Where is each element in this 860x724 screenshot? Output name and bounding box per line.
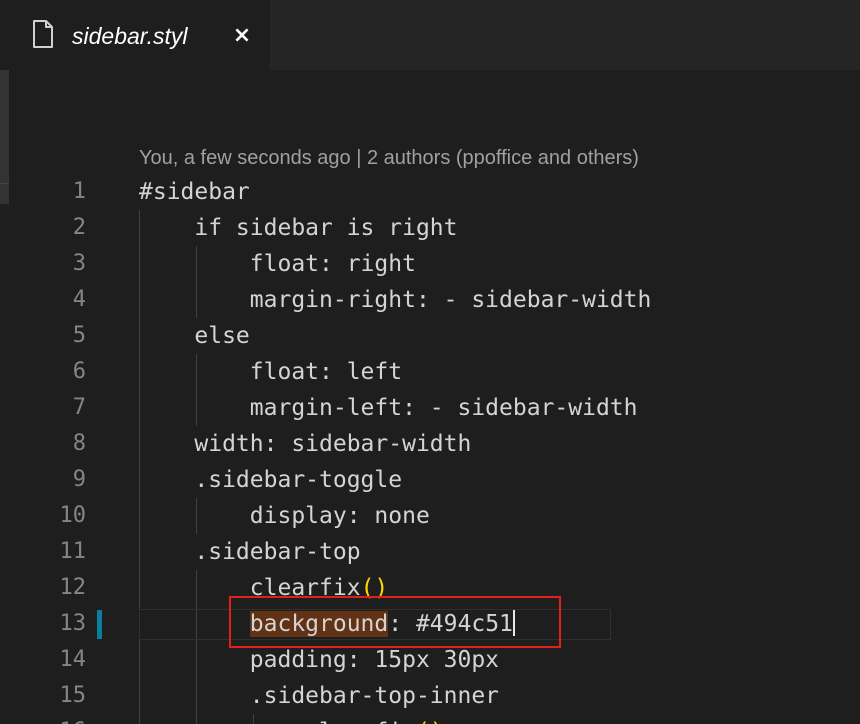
close-paren: )	[430, 719, 444, 724]
line-number: 12	[59, 575, 87, 600]
code-content: margin-left: - sidebar-width	[139, 395, 638, 421]
code-text: #sidebar	[139, 174, 250, 210]
code-line[interactable]: 4 margin-right: - sidebar-width	[0, 282, 860, 318]
line-number: 14	[59, 647, 87, 672]
tab-sidebar-styl[interactable]: sidebar.styl ×	[0, 0, 270, 70]
code-content: display: none	[139, 503, 430, 529]
code-content: float: left	[139, 359, 403, 385]
code-text: margin-right: - sidebar-width	[139, 282, 652, 318]
tab-bar: sidebar.styl ×	[0, 0, 860, 70]
code-line[interactable]: 1 #sidebar	[0, 174, 860, 210]
code-content: padding: 15px 30px	[139, 647, 500, 673]
code-line[interactable]: 11 .sidebar-top	[0, 534, 860, 570]
code-content: clearfix	[139, 719, 416, 724]
line-number: 10	[59, 503, 87, 528]
annotation-highlight-box	[229, 596, 561, 648]
code-content: #sidebar	[139, 179, 250, 205]
line-number: 8	[72, 431, 86, 456]
git-modified-indicator	[97, 610, 102, 639]
code-content: .sidebar-top-inner	[139, 683, 500, 709]
code-content: float: right	[139, 251, 416, 277]
code-text: float: right	[139, 246, 416, 282]
line-number: 16	[30, 714, 87, 724]
code-text: display: none	[139, 498, 430, 534]
code-text: clearfix()	[139, 714, 444, 724]
code-text: if sidebar is right	[139, 210, 458, 246]
code-content: if sidebar is right	[139, 215, 458, 241]
line-number: 4	[72, 287, 86, 312]
code-content: .sidebar-top	[139, 539, 361, 565]
code-text: .sidebar-top	[139, 534, 361, 570]
code-text: else	[139, 318, 250, 354]
code-content: width: sidebar-width	[139, 431, 472, 457]
code-text: .sidebar-top-inner	[139, 678, 499, 714]
code-line[interactable]: 8 width: sidebar-width	[0, 426, 860, 462]
code-line[interactable]: 10 display: none	[0, 498, 860, 534]
code-text: width: sidebar-width	[139, 426, 471, 462]
line-number: 7	[72, 395, 86, 420]
git-blame-codelens[interactable]: You, a few seconds ago | 2 authors (ppof…	[139, 144, 639, 172]
code-line[interactable]: 5 else	[0, 318, 860, 354]
tab-title: sidebar.styl	[72, 23, 188, 49]
line-number: 1	[72, 179, 86, 204]
line-number: 3	[72, 251, 86, 276]
code-text: margin-left: - sidebar-width	[139, 390, 638, 426]
line-number: 15	[59, 683, 87, 708]
file-icon	[33, 20, 53, 48]
code-text: .sidebar-toggle	[139, 462, 402, 498]
code-line[interactable]: 6 float: left	[0, 354, 860, 390]
line-number: 2	[72, 215, 86, 240]
code-line[interactable]: 9 .sidebar-toggle	[0, 462, 860, 498]
code-line[interactable]: 2 if sidebar is right	[0, 210, 860, 246]
close-icon[interactable]: ×	[226, 20, 258, 52]
open-paren: (	[416, 719, 430, 724]
code-content: .sidebar-toggle	[139, 467, 403, 493]
line-number: 11	[59, 539, 87, 564]
code-line[interactable]: 7 margin-left: - sidebar-width	[0, 390, 860, 426]
line-number: 13	[59, 611, 87, 636]
line-number: 9	[72, 467, 86, 492]
code-text: float: left	[139, 354, 402, 390]
code-content: margin-right: - sidebar-width	[139, 287, 652, 313]
line-number: 5	[72, 323, 86, 348]
code-line[interactable]: 15 .sidebar-top-inner	[0, 678, 860, 714]
code-line[interactable]: 3 float: right	[0, 246, 860, 282]
code-line[interactable]: 16 clearfix()	[0, 714, 860, 724]
line-number: 6	[72, 359, 86, 384]
code-content: else	[139, 323, 250, 349]
